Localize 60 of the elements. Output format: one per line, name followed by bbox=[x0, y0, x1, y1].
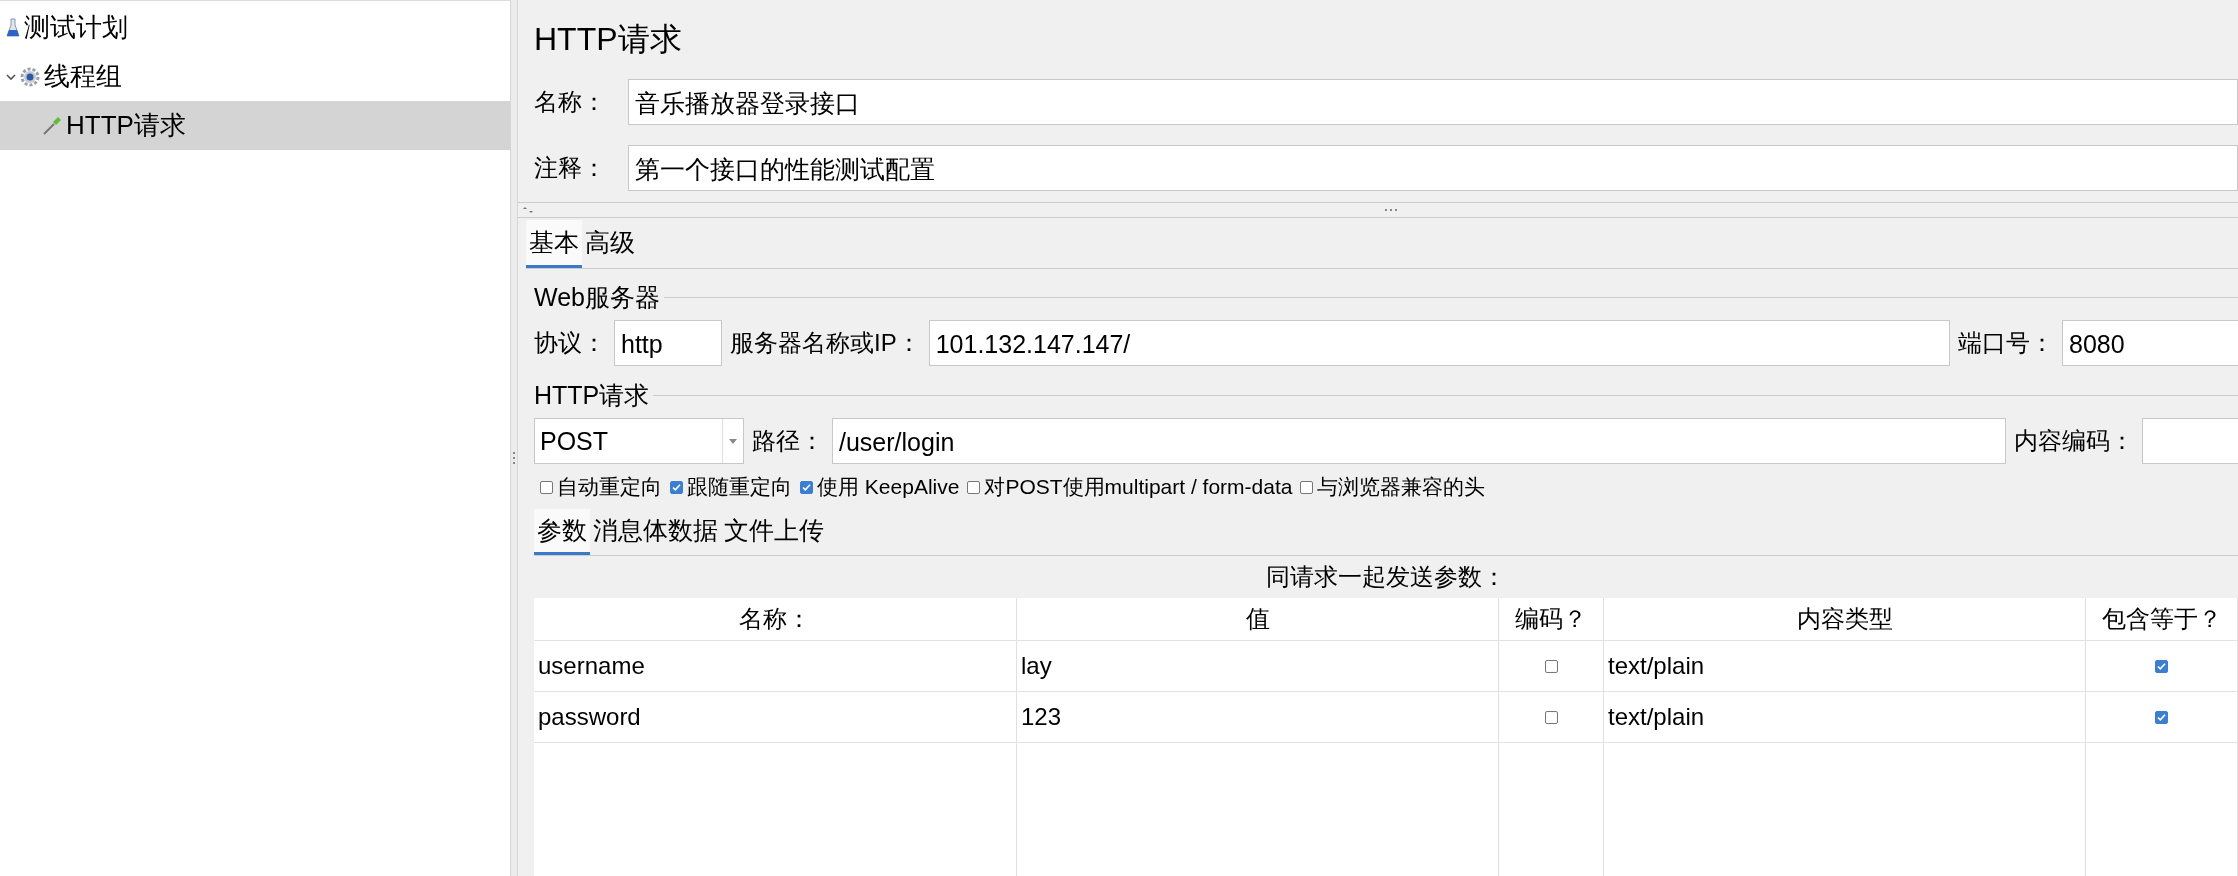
table-cell: text/plain bbox=[1604, 641, 2086, 691]
text-field[interactable]: 8080 bbox=[2062, 320, 2238, 366]
caret-icon bbox=[729, 438, 737, 444]
column-header: 名称： bbox=[534, 598, 1017, 640]
tree-item[interactable]: 测试计划 bbox=[0, 3, 510, 52]
tree-item[interactable]: HTTP请求 bbox=[0, 101, 510, 150]
checkbox[interactable] bbox=[2155, 710, 2168, 724]
tree-item[interactable]: 线程组 bbox=[0, 52, 510, 101]
table-cell: 123 bbox=[1017, 692, 1499, 742]
column-header: 值 bbox=[1017, 598, 1499, 640]
checkbox-label: 使用 KeepAlive bbox=[817, 474, 960, 500]
grip-icon bbox=[1384, 208, 1398, 212]
text-field[interactable]: /user/login bbox=[832, 418, 2006, 464]
checkbox[interactable] bbox=[2155, 659, 2168, 673]
checkbox-label: 跟随重定向 bbox=[687, 474, 792, 500]
group-title: HTTP请求 bbox=[534, 379, 650, 411]
table-cell: lay bbox=[1017, 641, 1499, 691]
text-field[interactable]: http bbox=[614, 320, 722, 366]
text-field[interactable]: 第一个接口的性能测试配置 bbox=[628, 145, 2238, 191]
field-label: 服务器名称或IP： bbox=[730, 328, 921, 358]
checkbox-label: 对POST使用multipart / form-data bbox=[984, 474, 1293, 500]
tab[interactable]: 高级 bbox=[582, 220, 638, 268]
field-label: 名称： bbox=[534, 87, 607, 117]
field-label: 内容编码： bbox=[2014, 426, 2134, 456]
checkbox[interactable] bbox=[670, 480, 683, 494]
flask-icon bbox=[6, 17, 20, 38]
field-label: 注释： bbox=[534, 153, 607, 183]
checkbox[interactable] bbox=[1544, 659, 1558, 673]
checkbox[interactable] bbox=[1300, 480, 1314, 494]
tab[interactable]: 文件上传 bbox=[721, 509, 827, 555]
checkbox[interactable] bbox=[540, 480, 553, 494]
table-cell: text/plain bbox=[1604, 692, 2086, 742]
column-header: 编码？ bbox=[1499, 598, 1604, 640]
checkbox[interactable] bbox=[1544, 710, 1558, 724]
panel-title: HTTP请求 bbox=[534, 20, 683, 59]
tab[interactable]: 参数 bbox=[534, 509, 590, 555]
field-label: 端口号： bbox=[1958, 328, 2054, 358]
text-field[interactable] bbox=[2142, 418, 2238, 464]
text-field[interactable]: 音乐播放器登录接口 bbox=[628, 79, 2238, 125]
method-dropdown[interactable]: POST bbox=[534, 418, 744, 464]
field-label: 路径： bbox=[752, 426, 824, 456]
checkbox-label: 与浏览器兼容的头 bbox=[1317, 474, 1486, 500]
gear-icon bbox=[20, 66, 40, 87]
checkbox[interactable] bbox=[800, 480, 813, 494]
field-label: 协议： bbox=[534, 328, 606, 358]
tab[interactable]: 基本 bbox=[526, 220, 582, 268]
column-header: 包含等于？ bbox=[2086, 598, 2238, 640]
checkbox-label: 自动重定向 bbox=[557, 474, 662, 500]
chevron-icon bbox=[6, 71, 16, 82]
column-header: 内容类型 bbox=[1604, 598, 2086, 640]
text-field[interactable]: 101.132.147.147/ bbox=[928, 320, 1950, 366]
table-cell: username bbox=[534, 641, 1017, 691]
group-title: Web服务器 bbox=[534, 281, 660, 313]
tab[interactable]: 消息体数据 bbox=[590, 509, 721, 555]
table-cell: password bbox=[534, 692, 1017, 742]
pipette-icon bbox=[42, 115, 62, 136]
table-caption: 同请求一起发送参数： bbox=[1265, 562, 1507, 592]
arrows-icon bbox=[522, 206, 534, 214]
checkbox[interactable] bbox=[967, 480, 981, 494]
splitter-handle[interactable] bbox=[510, 0, 518, 876]
